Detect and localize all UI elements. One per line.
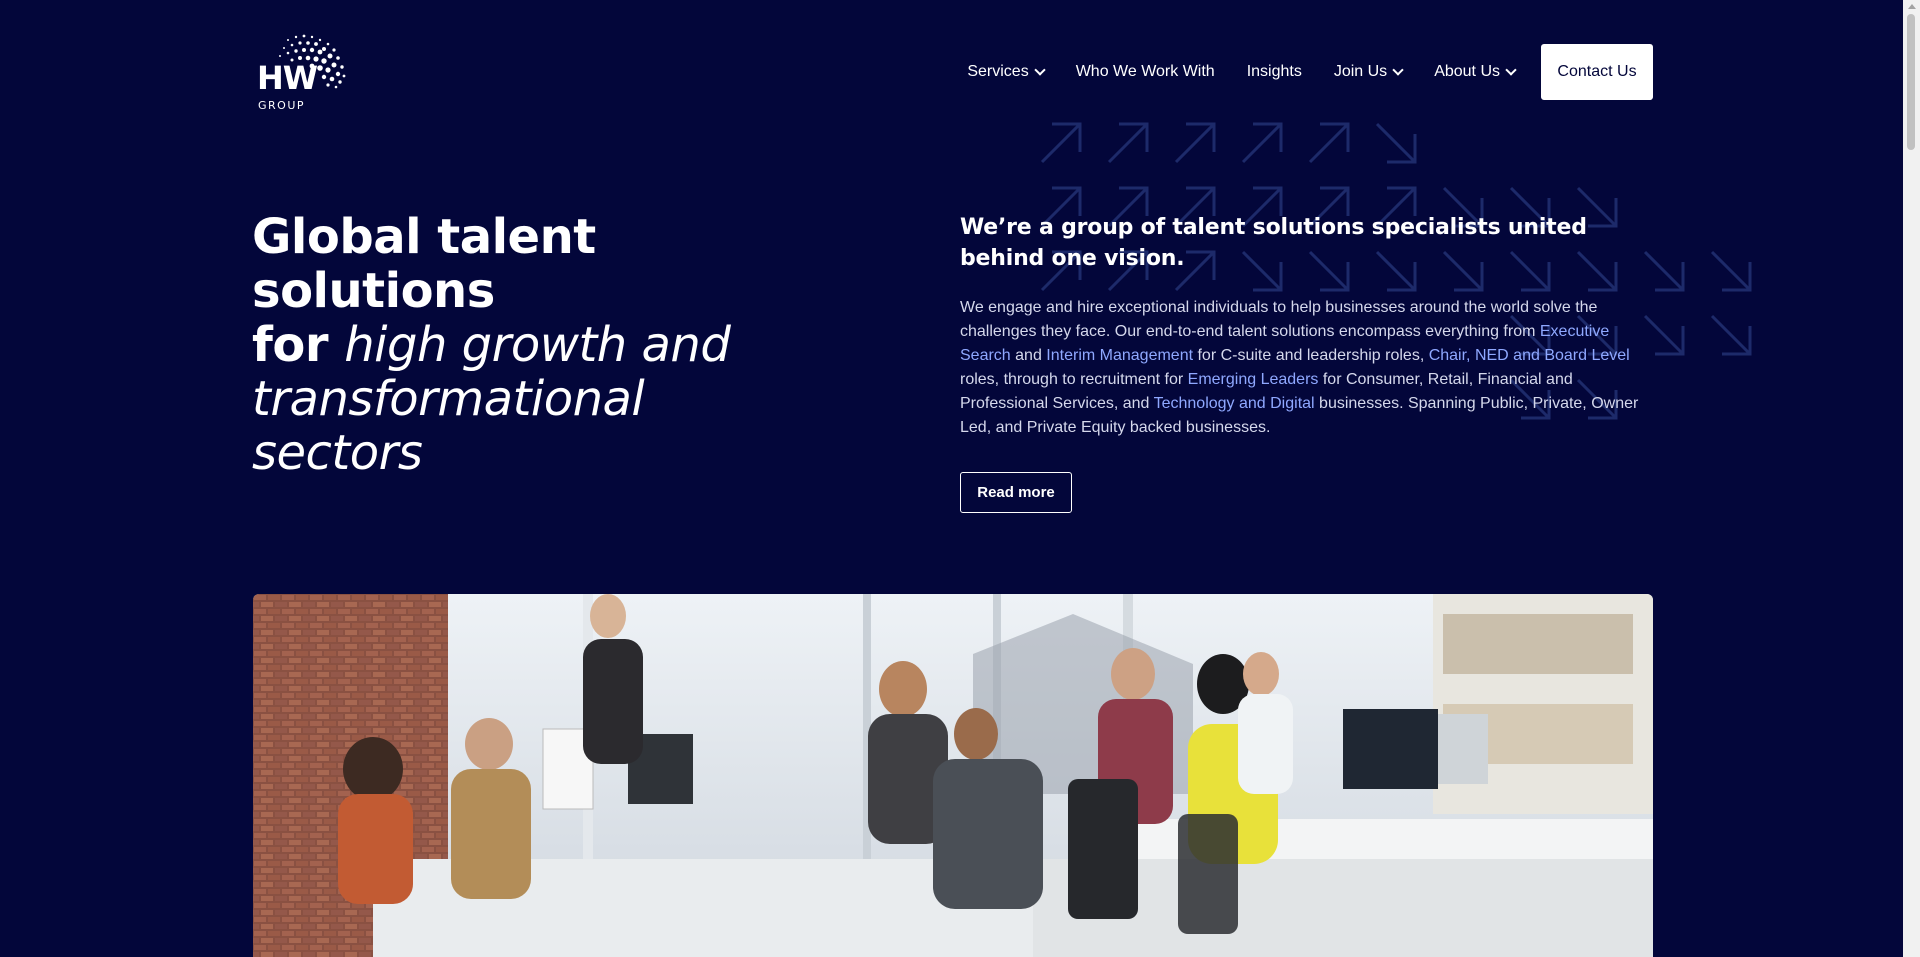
hero-title-line1: Global talent solutions <box>252 209 596 319</box>
arrow-icon <box>1241 122 1283 164</box>
intro-heading: We’re a group of talent solutions specia… <box>960 215 1587 271</box>
read-more-button[interactable]: Read more <box>960 472 1072 513</box>
intro-text: and <box>1010 347 1047 364</box>
link-chair-ned-board[interactable]: Chair, NED and Board Level <box>1429 347 1630 364</box>
contact-us-button[interactable]: Contact Us <box>1541 44 1653 100</box>
arrow-icon <box>1643 250 1685 292</box>
arrow-icon <box>1107 122 1149 164</box>
intro-text: for C-suite and leadership roles, <box>1193 347 1429 364</box>
logo-subtext: GROUP <box>258 99 306 112</box>
arrow-icon <box>1308 122 1350 164</box>
arrow-icon <box>1710 314 1752 356</box>
intro-section: We’re a group of talent solutions specia… <box>960 212 1650 440</box>
arrow-icon <box>1643 314 1685 356</box>
logo[interactable]: HW GROUP <box>256 30 352 114</box>
nav-item-label: Join Us <box>1333 63 1388 80</box>
nav-item-label: About Us <box>1434 63 1500 80</box>
office-illustration <box>253 594 1653 957</box>
page: HW GROUP Services Who We Work With Insig… <box>0 0 1920 957</box>
hero-title-italic-1: high growth and <box>344 317 731 373</box>
nav-item-label: Services <box>967 63 1029 80</box>
arrow-icon <box>1710 250 1752 292</box>
nav-item-services[interactable]: Services <box>967 63 1046 81</box>
link-interim-management[interactable]: Interim Management <box>1046 347 1193 364</box>
intro-text: We engage and hire exceptional individua… <box>960 299 1598 340</box>
nav-item-label: Who We Work With <box>1075 63 1215 80</box>
scrollbar-thumb[interactable] <box>1907 14 1915 150</box>
arrow-icon <box>1040 122 1082 164</box>
chevron-down-icon <box>1505 64 1517 76</box>
office-team-image <box>253 594 1653 957</box>
main-nav: Services Who We Work With Insights Join … <box>967 44 1653 100</box>
hero-title-italic-2: transformational sectors <box>252 371 645 481</box>
scroll-up-icon[interactable] <box>1908 4 1916 9</box>
intro-body: We engage and hire exceptional individua… <box>960 296 1650 440</box>
arrow-icon <box>1174 122 1216 164</box>
logo-text: HW <box>257 59 318 97</box>
scrollbar[interactable] <box>1903 0 1920 957</box>
link-technology-digital[interactable]: Technology and Digital <box>1154 395 1315 412</box>
nav-item-label: Insights <box>1246 63 1302 80</box>
chevron-down-icon <box>1392 64 1404 76</box>
nav-item-insights[interactable]: Insights <box>1247 63 1302 81</box>
hero-title-for: for <box>252 317 329 373</box>
link-emerging-leaders[interactable]: Emerging Leaders <box>1188 371 1319 388</box>
nav-item-about-us[interactable]: About Us <box>1434 63 1517 81</box>
intro-text: roles, through to recruitment for <box>960 371 1188 388</box>
chevron-down-icon <box>1034 64 1046 76</box>
nav-item-who-we-work-with[interactable]: Who We Work With <box>1076 63 1215 81</box>
arrow-icon <box>1375 122 1417 164</box>
hero-title: Global talent solutions for high growth … <box>252 210 812 480</box>
nav-item-join-us[interactable]: Join Us <box>1333 63 1404 81</box>
